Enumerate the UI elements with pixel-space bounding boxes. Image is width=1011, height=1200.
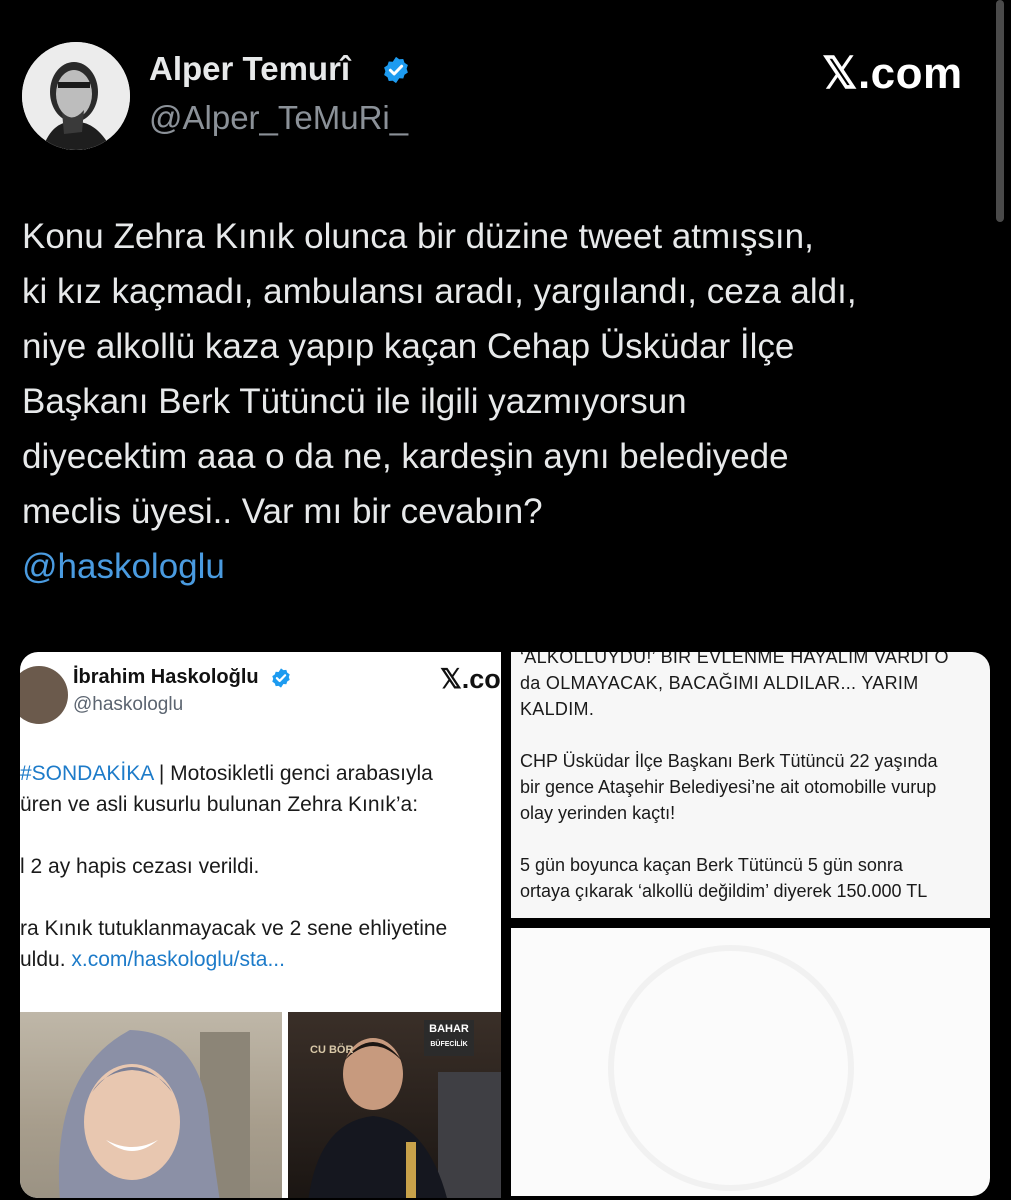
tweet-line: ki kız kaçmadı, ambulansı aradı, yargıla… bbox=[22, 272, 857, 311]
avatar-portrait-icon bbox=[22, 42, 130, 150]
article-line: ortaya çıkarak ‘alkollü değildim’ diyere… bbox=[520, 881, 928, 901]
author-handle[interactable]: @Alper_TeMuRi_ bbox=[149, 99, 408, 137]
sign-subtext: BÜFECİLİK bbox=[430, 1041, 468, 1048]
x-logo: 𝕏.com bbox=[822, 49, 963, 98]
media-image-blank[interactable] bbox=[511, 928, 990, 1196]
embedded-line: ra Kınık tutuklanmayacak ve 2 sene ehliy… bbox=[20, 917, 448, 940]
embedded-line: üren ve asli kusurlu bulunan Zehra Kınık… bbox=[20, 793, 419, 816]
photo-woman-hijab bbox=[20, 1012, 282, 1198]
hashtag: #SONDAKİKA bbox=[20, 762, 154, 785]
tweet-line: Başkanı Berk Tütüncü ile ilgili yazmıyor… bbox=[22, 382, 687, 421]
shop-sign: CU BÖR bbox=[310, 1044, 354, 1056]
article-line: olay yerinden kaçtı! bbox=[520, 803, 676, 823]
article-line: bir gence Ataşehir Belediyesi’ne ait oto… bbox=[520, 777, 937, 797]
author-name[interactable]: Alper Temurî bbox=[149, 50, 350, 88]
media-image-embedded-tweet[interactable]: İbrahim Haskoloğlu @haskologlu 𝕏.co #SON… bbox=[20, 652, 501, 1198]
article-line: da OLMAYACAK, BACAĞIMI ALDILAR... YARIM bbox=[520, 673, 919, 693]
article-text: ‘ALKOLLUYDU!’ BIR EVLENME HAYALIM VARDI … bbox=[520, 652, 990, 904]
scrollbar[interactable] bbox=[996, 0, 1004, 222]
embedded-tweet-text: #SONDAKİKA | Motosikletli genci arabasıy… bbox=[20, 758, 501, 975]
embedded-author-handle: @haskologlu bbox=[73, 694, 184, 715]
tweet-line: diyecektim aaa o da ne, kardeşin aynı be… bbox=[22, 437, 789, 476]
tweet-line: niye alkollü kaza yapıp kaçan Cehap Üskü… bbox=[22, 327, 795, 366]
embedded-x-logo: 𝕏.co bbox=[440, 664, 501, 694]
embedded-avatar bbox=[20, 666, 68, 724]
shop-sign-bahar: BAHAR BÜFECİLİK bbox=[424, 1020, 474, 1056]
embedded-author-name: İbrahim Haskoloğlu bbox=[73, 666, 259, 688]
article-line: CHP Üsküdar İlçe Başkanı Berk Tütüncü 22… bbox=[520, 751, 938, 771]
tweet-line: meclis üyesi.. Var mı bir cevabın? bbox=[22, 492, 543, 531]
media-image-article[interactable]: ‘ALKOLLUYDU!’ BIR EVLENME HAYALIM VARDI … bbox=[511, 652, 990, 918]
article-line: 5 gün boyunca kaçan Berk Tütüncü 5 gün s… bbox=[520, 855, 903, 875]
embedded-line: #SONDAKİKA | Motosikletli genci arabasıy… bbox=[20, 758, 501, 789]
sign-text: BAHAR bbox=[429, 1023, 469, 1035]
tweet-text: Konu Zehra Kınık olunca bir düzine tweet… bbox=[22, 209, 992, 594]
embedded-link: x.com/haskologlu/sta... bbox=[71, 948, 285, 971]
author-avatar[interactable] bbox=[22, 42, 130, 150]
embedded-line-text: | Motosikletli genci arabasıyla bbox=[153, 762, 433, 785]
embedded-line-text: uldu. bbox=[20, 948, 72, 971]
article-line: ‘ALKOLLUYDU!’ BIR EVLENME HAYALIM VARDI … bbox=[520, 652, 949, 667]
tweet-line: Konu Zehra Kınık olunca bir düzine tweet… bbox=[22, 217, 814, 256]
embedded-verified-badge-icon bbox=[272, 668, 290, 688]
article-line: KALDIM. bbox=[520, 699, 595, 719]
tweet-screenshot: Alper Temurî @Alper_TeMuRi_ 𝕏.com Konu Z… bbox=[0, 0, 1011, 1200]
mention-link[interactable]: @haskologlu bbox=[22, 539, 992, 594]
embedded-line: uldu. x.com/haskologlu/sta... bbox=[20, 944, 501, 975]
faded-watermark-icon bbox=[608, 945, 854, 1191]
portrait-woman-icon bbox=[58, 1030, 250, 1198]
verified-badge-icon bbox=[384, 56, 408, 84]
embedded-line: l 2 ay hapis cezası verildi. bbox=[20, 855, 260, 878]
